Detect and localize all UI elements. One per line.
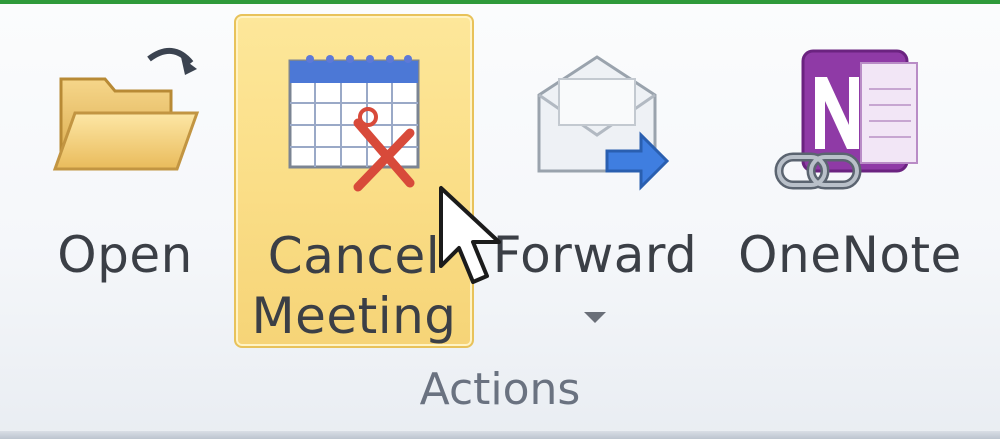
ribbon-bottom-border — [0, 431, 1000, 439]
folder-open-icon — [45, 39, 205, 193]
mouse-cursor-icon — [437, 184, 507, 294]
forward-label: Forward — [492, 226, 698, 284]
onenote-button[interactable]: OneNote — [720, 14, 980, 354]
open-label: Open — [57, 226, 193, 284]
group-label-actions: Actions — [419, 364, 581, 415]
cancel-meeting-button[interactable]: Cancel Meeting — [234, 14, 474, 348]
forward-button[interactable]: Forward — [480, 14, 710, 354]
onenote-label: OneNote — [738, 226, 962, 284]
open-button[interactable]: Open — [20, 14, 230, 354]
envelope-forward-icon — [515, 39, 675, 203]
meeting-label: Meeting — [251, 287, 457, 345]
calendar-cancel-icon — [274, 41, 434, 205]
onenote-link-icon — [765, 39, 935, 203]
ribbon-group-actions: Open Cancel Meeting Forward OneNote Acti… — [0, 0, 1000, 439]
chevron-down-icon[interactable] — [584, 312, 606, 323]
